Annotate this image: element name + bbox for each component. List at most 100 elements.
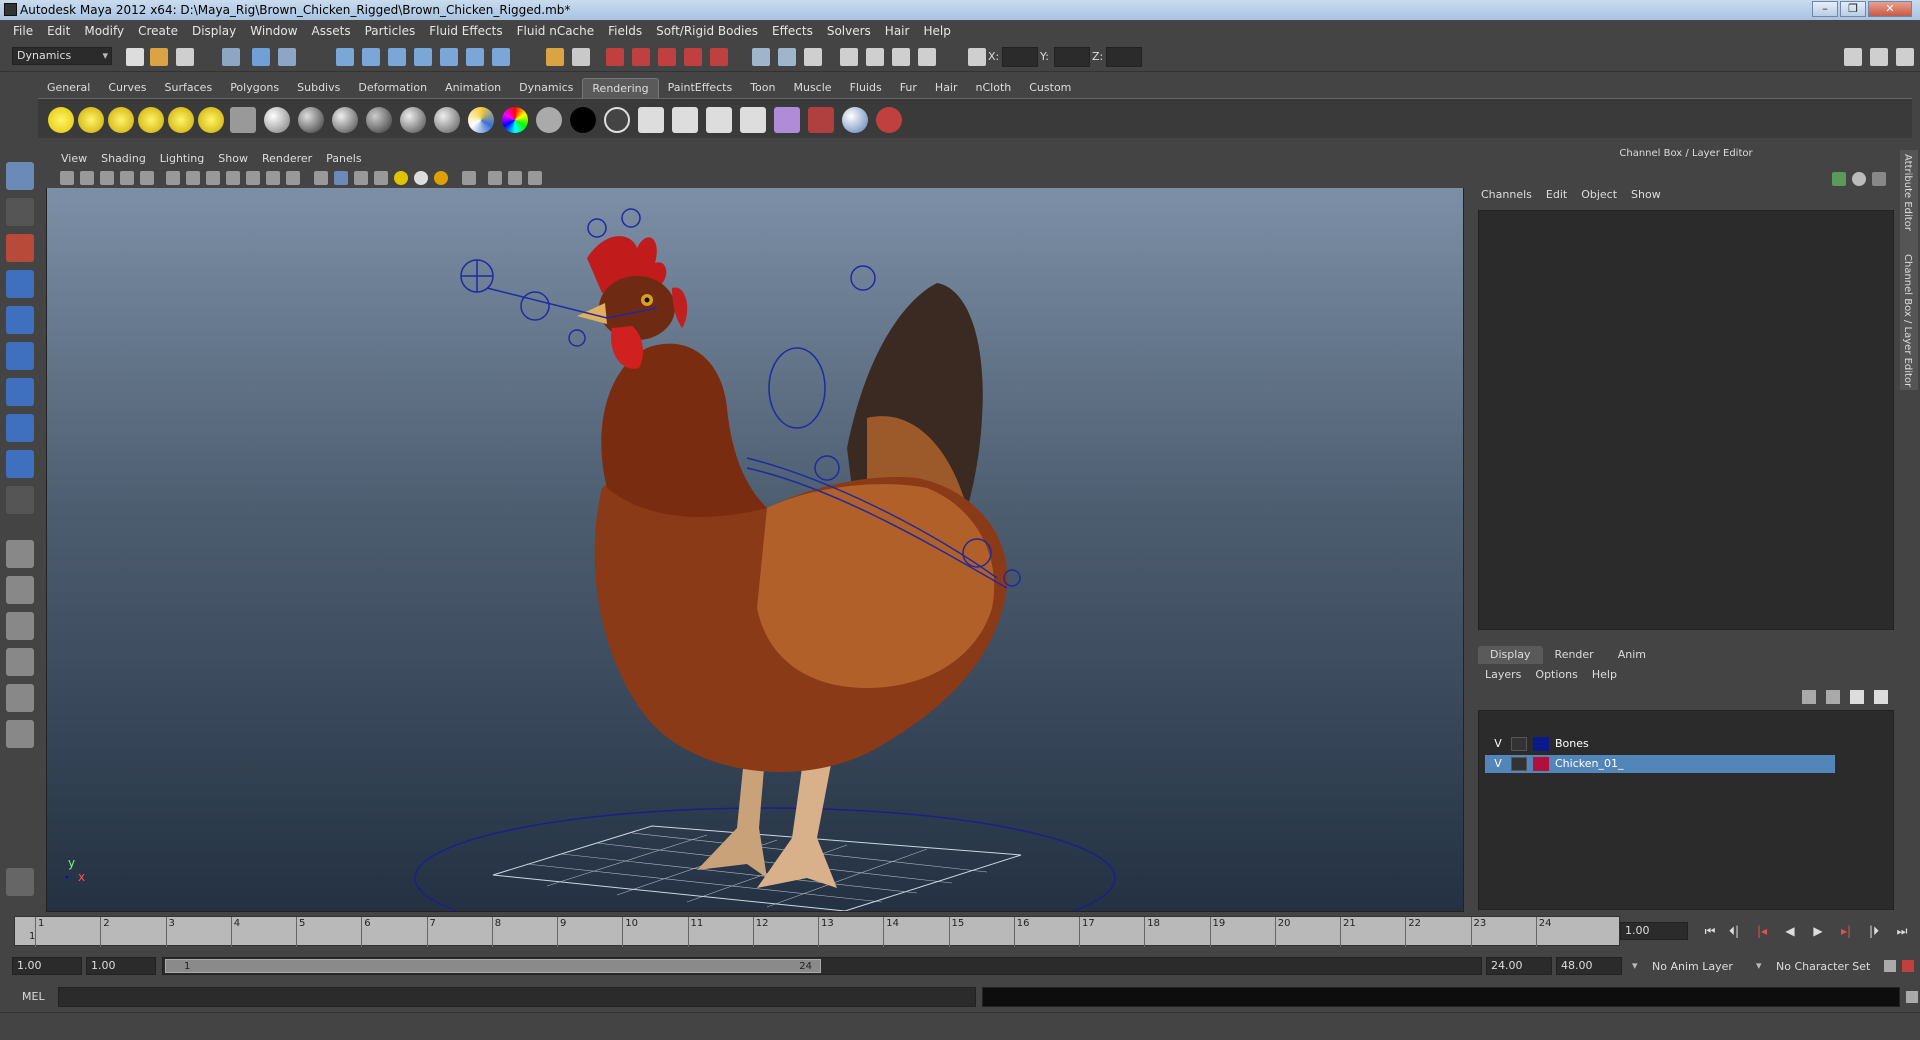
phong-e-shader-icon[interactable] [366,107,392,133]
last-tool-icon[interactable] [6,486,34,514]
image-plane-icon[interactable] [120,171,134,185]
soft-modification-icon[interactable] [6,414,34,442]
minimize-button[interactable]: – [1812,1,1838,17]
go-to-end-icon[interactable]: ⏭ [1892,922,1912,940]
rotate-tool-icon[interactable] [6,306,34,334]
layer-display-type-toggle[interactable] [1511,737,1527,751]
viewport-menu-lighting[interactable]: Lighting [153,152,211,165]
gate-mask-icon[interactable] [226,171,240,185]
snap-view-plane-icon[interactable] [414,48,432,66]
transform-mode-icon[interactable] [968,48,986,66]
ambient-light-icon[interactable] [48,107,74,133]
play-forward-icon[interactable]: ▶ [1808,922,1828,940]
step-back-key-icon[interactable]: ⏴| [1724,922,1744,940]
layer-visibility-toggle[interactable]: V [1491,735,1505,753]
menu-soft-rigid-bodies[interactable]: Soft/Rigid Bodies [649,24,765,38]
wireframe-on-shaded-icon[interactable] [354,171,368,185]
ipr-icon[interactable] [672,107,698,133]
range-slider[interactable]: 1 24 [162,957,1482,975]
layout-single-icon[interactable] [6,540,34,568]
two-d-pan-icon[interactable] [140,171,154,185]
numeric-input-icon[interactable] [840,48,858,66]
layout-four-icon[interactable] [6,576,34,604]
snap-grid-icon[interactable] [336,48,354,66]
current-frame-field[interactable]: 1.00 [1620,922,1688,940]
shelf-tab-curves[interactable]: Curves [99,78,155,98]
textured-icon[interactable] [374,171,388,185]
attribute-editor-toggle-icon[interactable] [1870,48,1888,66]
menu-effects[interactable]: Effects [765,24,820,38]
layer-menu-options[interactable]: Options [1528,668,1584,681]
snap-curve-icon[interactable] [362,48,380,66]
camera-icon[interactable] [230,107,256,133]
menu-file[interactable]: File [6,24,40,38]
xray-joints-icon[interactable] [508,171,522,185]
ramp-shader-icon[interactable] [468,107,494,133]
shadows-icon[interactable] [414,171,428,185]
anim-layer-selector[interactable]: No Anim Layer [1652,960,1733,973]
layout-dope-sheet-icon[interactable] [6,720,34,748]
go-to-start-icon[interactable]: ⏮ [1700,922,1720,940]
auto-key-icon[interactable] [1884,960,1896,972]
command-input[interactable] [58,987,976,1007]
rename-icon[interactable] [918,48,936,66]
spot-light-icon[interactable] [138,107,164,133]
scene-view[interactable] [47,188,1463,911]
shelf-tab-surfaces[interactable]: Surfaces [156,78,222,98]
open-scene-icon[interactable] [150,48,168,66]
xray-icon[interactable] [488,171,502,185]
layer-row[interactable]: V Bones [1485,735,1835,753]
edit-icon[interactable] [1872,172,1886,186]
script-editor-icon[interactable] [1906,991,1918,1003]
shelf-tab-deformation[interactable]: Deformation [349,78,436,98]
select-tool-icon[interactable] [6,162,34,190]
playback-start-field[interactable]: 1.00 [86,957,156,975]
layer-menu-layers[interactable]: Layers [1478,668,1528,681]
layout-hypershade-icon[interactable] [6,684,34,712]
safe-title-icon[interactable] [286,171,300,185]
menu-help[interactable]: Help [916,24,957,38]
layer-color-swatch[interactable] [1533,737,1549,751]
field-chart-icon[interactable] [246,171,260,185]
safe-action-icon[interactable] [266,171,280,185]
lasso-tool-icon[interactable] [6,198,34,226]
y-field[interactable] [1054,47,1090,67]
camera-attributes-icon[interactable] [80,171,94,185]
render-view-icon[interactable] [606,48,624,66]
layer-tab-render[interactable]: Render [1543,646,1606,664]
layer-display-type-toggle[interactable] [1511,757,1527,771]
node-icon[interactable] [1832,172,1846,186]
menu-fluid-effects[interactable]: Fluid Effects [422,24,509,38]
shelf-tab-dynamics[interactable]: Dynamics [510,78,582,98]
shelf-tab-general[interactable]: General [38,78,99,98]
layout-graph-icon[interactable] [6,648,34,676]
wireframe-icon[interactable] [314,171,328,185]
move-layer-up-icon[interactable] [1850,690,1864,704]
move-tool-icon[interactable] [6,270,34,298]
z-field[interactable] [1106,47,1142,67]
area-light-icon[interactable] [168,107,194,133]
shelf-tab-fluids[interactable]: Fluids [841,78,891,98]
step-back-frame-icon[interactable]: |◂ [1752,922,1772,940]
play-backward-icon[interactable]: ◀ [1780,922,1800,940]
layer-tab-anim[interactable]: Anim [1606,646,1658,664]
render-region-icon[interactable] [740,107,766,133]
lock-icon[interactable] [546,48,564,66]
viewport-menu-renderer[interactable]: Renderer [255,152,319,165]
paint-render-icon[interactable] [876,107,902,133]
shelf-tab-polygons[interactable]: Polygons [221,78,288,98]
film-gate-icon[interactable] [186,171,200,185]
menu-set-selector[interactable]: Dynamics ▾ [12,47,112,65]
phong-shader-icon[interactable] [332,107,358,133]
surface-shader-icon[interactable] [536,107,562,133]
root-control-circle[interactable] [414,807,1116,911]
hypershade-icon[interactable] [710,48,728,66]
blinn-shader-icon[interactable] [264,107,290,133]
new-layer-selected-icon[interactable] [1826,690,1840,704]
render-current-frame-icon[interactable] [638,107,664,133]
animation-end-field[interactable]: 48.00 [1556,957,1622,975]
move-layer-down-icon[interactable] [1874,690,1888,704]
ipr-render-icon[interactable] [658,48,676,66]
character-controls-icon[interactable] [6,868,34,896]
new-scene-icon[interactable] [126,48,144,66]
